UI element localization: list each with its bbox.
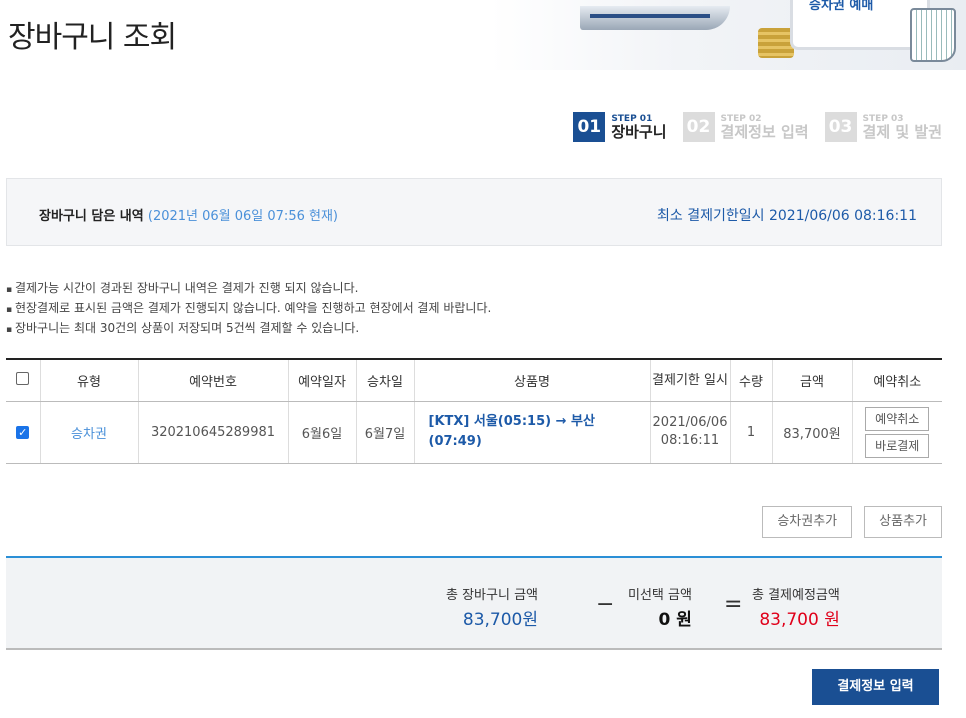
col-product: 상품명 [414, 358, 651, 402]
step-2-label: 결제정보 입력 [720, 122, 809, 141]
row-deadline-time: 08:16:11 [660, 433, 720, 448]
col-type: 유형 [40, 358, 139, 402]
coins-illustration [758, 28, 794, 58]
col-cancel: 예약취소 [852, 358, 942, 402]
row-reservation-no: 320210645289981 [138, 401, 289, 464]
page-title: 장바구니 조회 [8, 20, 177, 55]
step-2: 02 STEP 02 결제정보 입력 [682, 112, 809, 142]
select-all-checkbox[interactable] [16, 371, 30, 385]
cart-icon [910, 8, 956, 62]
pay-now-button[interactable]: 바로결제 [865, 433, 930, 458]
add-ticket-button[interactable]: 승차권추가 [762, 506, 853, 538]
train-illustration [580, 6, 730, 30]
table-header-row: 유형 예약번호 예약일자 승차일 상품명 결제기한 일시 수량 금액 예약취소 [6, 358, 942, 402]
payment-deadline: 최소 결제기한일시 2021/06/06 08:16:11 [657, 208, 917, 224]
col-ride-date: 승차일 [356, 358, 415, 402]
cancel-reservation-button[interactable]: 예약취소 [865, 406, 930, 431]
col-deadline: 결제기한 일시 [650, 358, 731, 402]
step-3-label: 결제 및 발권 [862, 122, 942, 141]
summary-label: 장바구니 담은 내역 [39, 209, 144, 224]
col-reservation-no: 예약번호 [138, 358, 289, 402]
row-deadline-date: 2021/06/06 [652, 415, 728, 430]
step-3: 03 STEP 03 결제 및 발권 [824, 112, 942, 142]
row-checkbox[interactable]: ✓ [16, 425, 30, 439]
unselected-value: 0 원 [658, 610, 692, 630]
banner-label: 승차권 예매 [809, 0, 874, 13]
total-cart-amount: 총 장바구니 금액 83,700원 [446, 588, 538, 630]
cart-summary-box: 장바구니 담은 내역 (2021년 06월 06일 07:56 현재) 최소 결… [6, 178, 942, 246]
unselected-amount: 미선택 금액 0 원 [628, 588, 692, 630]
total-pay-value: 83,700 원 [759, 610, 840, 630]
notice-item: 현장결제로 표시된 금액은 결제가 진행되지 않습니다. 예약을 진행하고 현장… [6, 299, 491, 319]
step-indicator: 01 STEP 01 장바구니 02 STEP 02 결제정보 입력 03 STEP… [557, 112, 942, 142]
promo-banner: 승차권 예매 [490, 0, 966, 70]
step-1-label: 장바구니 [611, 122, 667, 141]
row-ride-date: 6월7일 [356, 401, 415, 464]
col-reserve-date: 예약일자 [288, 358, 357, 402]
row-deadline: 2021/06/06 08:16:11 [650, 401, 731, 464]
payment-info-button[interactable]: 결제정보 입력 [812, 669, 939, 705]
step-3-number: 03 [824, 112, 857, 142]
row-product[interactable]: [KTX] 서울(05:15) → 부산 (07:49) [414, 401, 651, 464]
notice-item: 결제가능 시간이 경과된 장바구니 내역은 결제가 진행 되지 않습니다. [6, 279, 491, 299]
col-qty: 수량 [730, 358, 773, 402]
row-qty: 1 [730, 401, 773, 464]
total-cart-value: 83,700원 [462, 610, 538, 630]
notice-item: 장바구니는 최대 30건의 상품이 저장되며 5건씩 결제할 수 있습니다. [6, 319, 491, 339]
add-product-button[interactable]: 상품추가 [864, 506, 942, 538]
monitor-illustration: 승차권 예매 [790, 0, 930, 50]
step-1: 01 STEP 01 장바구니 [573, 112, 667, 142]
cart-table: 유형 예약번호 예약일자 승차일 상품명 결제기한 일시 수량 금액 예약취소 … [6, 358, 942, 464]
step-2-number: 02 [682, 112, 715, 142]
table-row: ✓ 승차권 320210645289981 6월6일 6월7일 [KTX] 서울… [6, 401, 942, 464]
notice-list: 결제가능 시간이 경과된 장바구니 내역은 결제가 진행 되지 않습니다. 현장… [6, 279, 491, 339]
add-buttons: 승차권추가 상품추가 [750, 506, 942, 538]
equals-sign: = [724, 592, 743, 617]
total-pay-amount: 총 결제예정금액 83,700 원 [752, 588, 840, 630]
total-box: 총 장바구니 금액 83,700원 − 미선택 금액 0 원 = 총 결제예정금… [6, 556, 942, 650]
col-amount: 금액 [772, 358, 853, 402]
summary-time: (2021년 06월 06일 07:56 현재) [147, 209, 338, 224]
row-reserve-date: 6월6일 [288, 401, 357, 464]
step-1-number: 01 [573, 112, 606, 142]
row-type[interactable]: 승차권 [40, 401, 139, 464]
row-amount: 83,700원 [772, 401, 853, 464]
minus-sign: − [596, 592, 615, 617]
